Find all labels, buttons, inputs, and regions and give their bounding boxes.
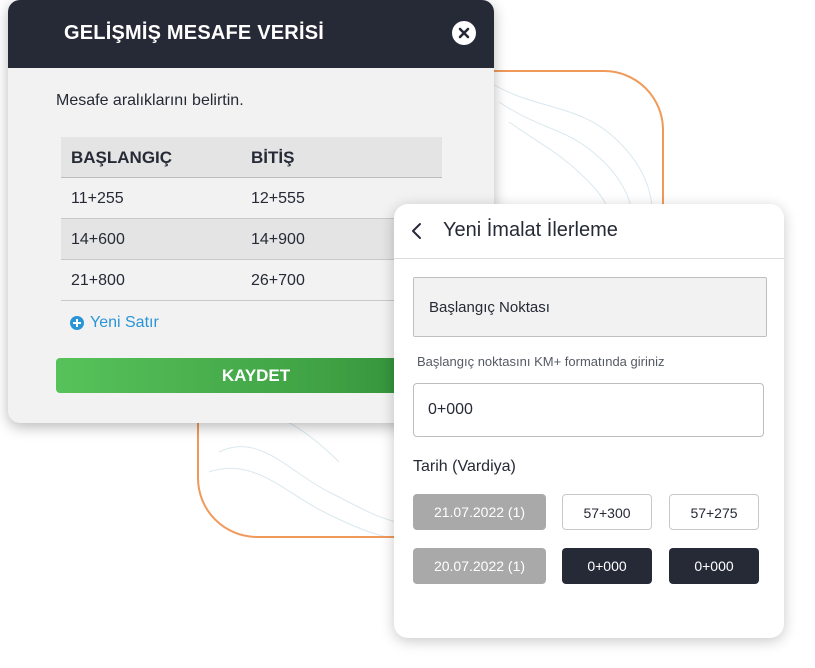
cell-end: 12+555 xyxy=(251,190,305,207)
format-hint: Başlangıç noktasını KM+ formatında girin… xyxy=(417,354,665,369)
cell-start: 21+800 xyxy=(71,272,125,289)
new-row-label: Yeni Satır xyxy=(90,314,159,331)
entry-date-chip[interactable]: 21.07.2022 (1) xyxy=(413,494,546,530)
date-label: Tarih (Vardiya) xyxy=(413,458,516,475)
modal-title: GELİŞMİŞ MESAFE VERİSİ xyxy=(64,22,324,44)
header-end: BİTİŞ xyxy=(251,148,295,167)
new-progress-card: Yeni İmalat İlerleme Başlangıç Noktası B… xyxy=(394,204,784,638)
table-row: 14+600 14+900 xyxy=(61,219,442,260)
start-point-field[interactable]: Başlangıç Noktası xyxy=(413,277,767,337)
modal-instruction: Mesafe aralıklarını belirtin. xyxy=(56,92,244,109)
entry-end-chip[interactable]: 0+000 xyxy=(669,548,759,584)
start-point-label: Başlangıç Noktası xyxy=(429,299,550,316)
entry-start-chip[interactable]: 0+000 xyxy=(562,548,652,584)
entry-end-chip[interactable]: 57+275 xyxy=(669,494,759,530)
close-button[interactable] xyxy=(452,21,476,45)
table-header: BAŞLANGIÇ BİTİŞ xyxy=(61,137,442,178)
card-header: Yeni İmalat İlerleme xyxy=(394,204,784,259)
plus-circle-icon xyxy=(70,316,84,330)
cell-end: 26+700 xyxy=(251,272,305,289)
new-row-button[interactable]: Yeni Satır xyxy=(70,314,159,332)
modal-header: GELİŞMİŞ MESAFE VERİSİ xyxy=(8,0,494,68)
cell-start: 11+255 xyxy=(71,190,124,207)
entry-date-chip[interactable]: 20.07.2022 (1) xyxy=(413,548,546,584)
table-row: 11+255 12+555 xyxy=(61,178,442,219)
distance-table: BAŞLANGIÇ BİTİŞ 11+255 12+555 14+600 14+… xyxy=(61,137,442,301)
chevron-left-icon[interactable] xyxy=(410,221,424,241)
close-icon xyxy=(458,27,470,39)
entry-start-chip[interactable]: 57+300 xyxy=(562,494,652,530)
card-title: Yeni İmalat İlerleme xyxy=(443,219,618,241)
km-input[interactable] xyxy=(413,383,764,437)
table-row: 21+800 26+700 xyxy=(61,260,442,301)
cell-start: 14+600 xyxy=(71,231,125,248)
cell-end: 14+900 xyxy=(251,231,305,248)
header-start: BAŞLANGIÇ xyxy=(71,148,173,167)
